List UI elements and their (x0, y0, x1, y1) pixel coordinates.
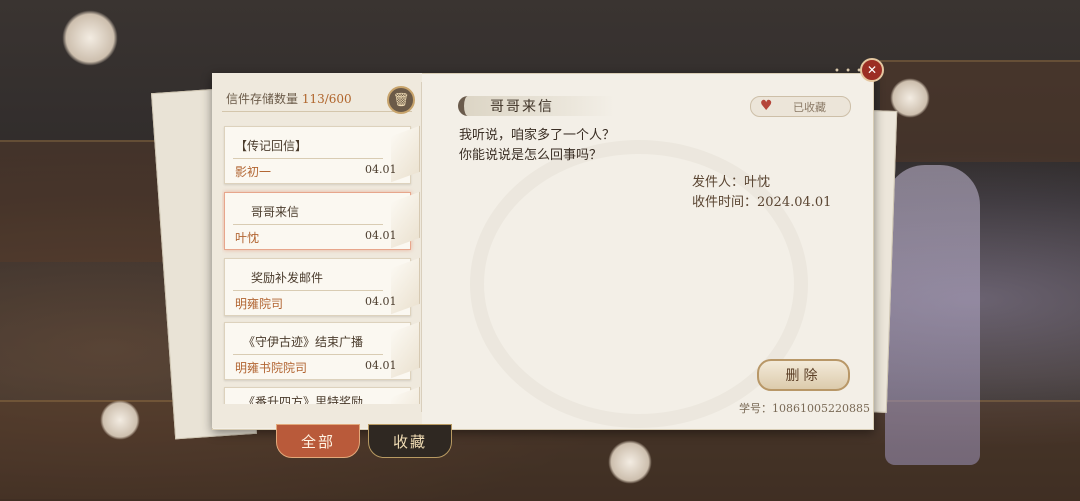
tab-favorites[interactable]: 收藏 (368, 424, 452, 458)
letter-item[interactable]: 《番升四方》里特奖励 (224, 386, 420, 404)
letter-title: 《守伊古迹》结束广播 (243, 335, 364, 349)
letter-date: 04.01 (365, 229, 397, 242)
sender-info: 发件人：叶忱 (692, 175, 771, 190)
letter-sender: 影初一 (235, 165, 272, 179)
letter-sender: 叶忱 (235, 231, 260, 245)
close-icon[interactable]: ✕ (860, 58, 884, 82)
trash-icon[interactable]: 🗑 (387, 86, 415, 114)
divider (233, 354, 383, 355)
letter-date: 04.01 (365, 163, 397, 176)
letter-item[interactable]: 【传记回信】 影初一 04.01 (224, 125, 420, 184)
letter-item[interactable]: 《守伊古迹》结束广播 明雍书院院司 04.01 (224, 321, 420, 380)
divider (233, 158, 383, 159)
background-flower (608, 440, 652, 484)
letter-date: 04.01 (365, 359, 397, 372)
background-character (885, 165, 980, 465)
letter-title: 哥哥来信 (251, 205, 300, 219)
favorite-label: 已收藏 (793, 101, 826, 114)
letter-sender: 明雍院司 (235, 297, 284, 311)
storage-number: 113/600 (301, 92, 352, 106)
heart-icon: ♥ (760, 98, 773, 114)
letter-title: 【传记回信】 (235, 139, 308, 153)
letter-title: 《番升四方》里特奖励 (243, 395, 364, 404)
letter-list[interactable]: 【传记回信】 影初一 04.01 哥哥来信 叶忱 04.01 奖励补发邮件 明雍… (222, 124, 422, 404)
letter-item-selected[interactable]: 哥哥来信 叶忱 04.01 (224, 191, 420, 250)
received-time: 收件时间：2024.04.01 (692, 195, 832, 210)
letter-body-line: 你能说说是怎么回事吗？ (459, 148, 603, 163)
delete-button[interactable]: 删除 (757, 359, 850, 391)
favorite-button[interactable]: ♥ 已收藏 (750, 96, 851, 117)
letter-detail-title: 哥哥来信 (490, 99, 554, 115)
storage-count: 信件存储数量 113/600 (226, 90, 352, 107)
background-flower (62, 10, 118, 66)
letter-sender: 明雍书院院司 (235, 361, 308, 375)
decorative-dots: • • • (834, 66, 864, 77)
student-id: 学号：10861005220885 (739, 402, 870, 415)
divider (233, 224, 383, 225)
envelope-fold (391, 386, 420, 404)
divider (222, 111, 412, 112)
letter-title: 奖励补发邮件 (251, 271, 324, 285)
letter-date: 04.01 (365, 295, 397, 308)
divider (233, 290, 383, 291)
letter-item[interactable]: 奖励补发邮件 明雍院司 04.01 (224, 257, 420, 316)
storage-label: 信件存储数量 (226, 92, 299, 106)
background-flower (100, 400, 140, 440)
letter-body-line: 我听说，咱家多了一个人？ (459, 128, 616, 143)
tab-all[interactable]: 全部 (276, 424, 360, 458)
